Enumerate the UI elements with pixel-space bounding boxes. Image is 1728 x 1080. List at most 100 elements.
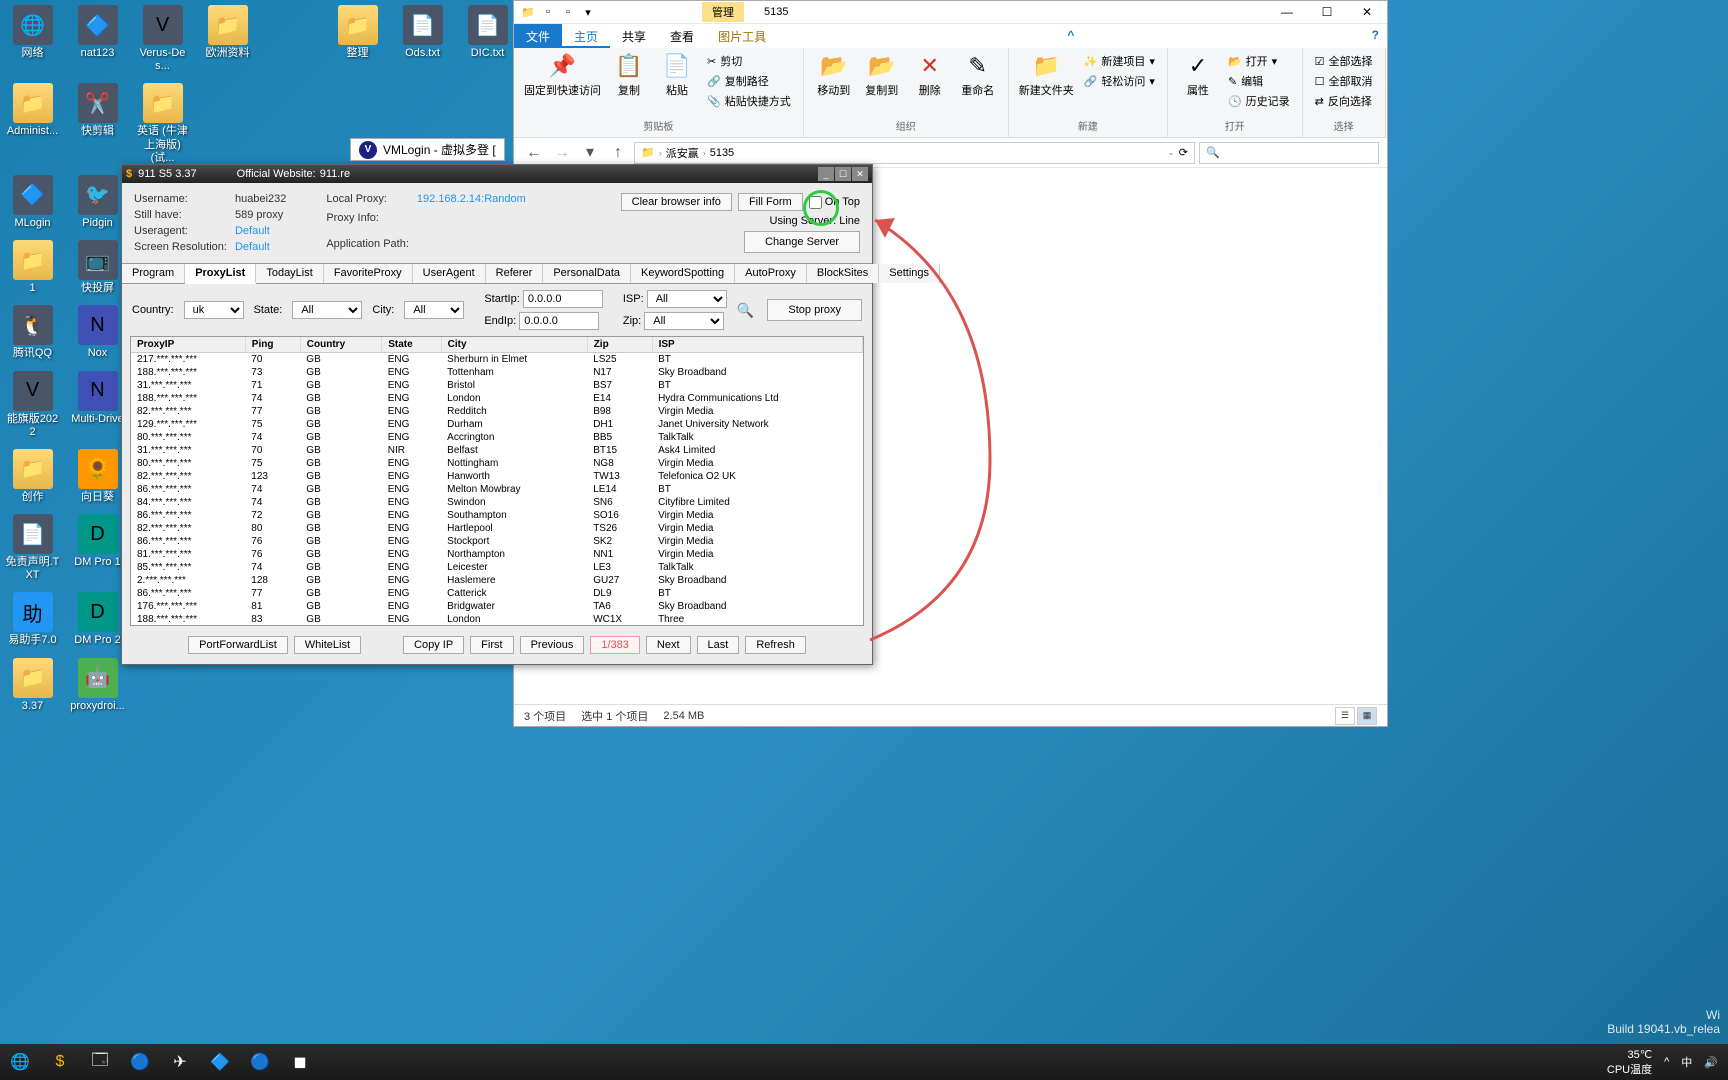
table-row[interactable]: 188.***.***.***83GBENGLondonWC1XThree <box>131 613 863 626</box>
maximize-button[interactable]: ☐ <box>1307 1 1347 23</box>
cut-button[interactable]: ✂ 剪切 <box>705 52 793 70</box>
temperature-widget[interactable]: 35℃ CPU温度 <box>1607 1048 1652 1077</box>
desktop-icon[interactable]: VVerus-Des... <box>135 5 190 73</box>
tray-up-icon[interactable]: ^ <box>1664 1056 1669 1068</box>
edit-button[interactable]: ✎ 编辑 <box>1226 72 1292 90</box>
desktop-icon[interactable]: 📄Ods.txt <box>395 5 450 73</box>
column-header[interactable]: City <box>441 337 587 353</box>
search-icon[interactable]: 🔍 <box>737 302 754 319</box>
qat-icon[interactable]: ▫ <box>540 6 556 19</box>
column-header[interactable]: Ping <box>245 337 300 353</box>
tab-blocksites[interactable]: BlockSites <box>807 264 879 283</box>
invert-selection-button[interactable]: ⇄ 反向选择 <box>1313 92 1375 110</box>
path-segment[interactable]: 派安赢 <box>666 145 699 161</box>
taskbar-app-icon[interactable]: 🔵 <box>120 1044 160 1080</box>
copy-path-button[interactable]: 🔗 复制路径 <box>705 72 793 90</box>
select-all-button[interactable]: ☑ 全部选择 <box>1313 52 1375 70</box>
qat-icon[interactable]: ▫ <box>560 6 576 19</box>
desktop-icon[interactable]: DDM Pro 1 <box>70 514 125 582</box>
minimize-button[interactable]: — <box>1267 1 1307 23</box>
path-segment[interactable]: 5135 <box>710 147 734 159</box>
tab-referer[interactable]: Referer <box>486 264 544 283</box>
paste-shortcut-button[interactable]: 📎 粘贴快捷方式 <box>705 92 793 110</box>
ribbon-collapse-button[interactable]: ^ <box>1059 24 1082 48</box>
desktop-icon[interactable]: 🌐网络 <box>5 5 60 73</box>
table-row[interactable]: 85.***.***.***74GBENGLeicesterLE3TalkTal… <box>131 561 863 574</box>
tab-keywordspotting[interactable]: KeywordSpotting <box>631 264 735 283</box>
refresh-button[interactable]: Refresh <box>745 636 806 654</box>
first-button[interactable]: First <box>470 636 513 654</box>
column-header[interactable]: State <box>382 337 441 353</box>
vmlogin-window-title[interactable]: V VMLogin - 虚拟多登 [ <box>350 138 505 161</box>
table-row[interactable]: 82.***.***.***80GBENGHartlepoolTS26Virgi… <box>131 522 863 535</box>
table-row[interactable]: 176.***.***.***81GBENGBridgwaterTA6Sky B… <box>131 600 863 613</box>
back-button[interactable]: ← <box>522 141 546 165</box>
paste-button[interactable]: 📄粘贴 <box>657 52 697 98</box>
table-row[interactable]: 2.***.***.***128GBENGHaslemereGU27Sky Br… <box>131 574 863 587</box>
taskbar-telegram-icon[interactable]: ✈ <box>160 1044 200 1080</box>
country-select[interactable]: uk <box>184 301 244 319</box>
easy-access-button[interactable]: 🔗 轻松访问 ▾ <box>1082 72 1157 90</box>
select-none-button[interactable]: ☐ 全部取消 <box>1313 72 1375 90</box>
table-row[interactable]: 31.***.***.***70GBNIRBelfastBT15Ask4 Lim… <box>131 444 863 457</box>
desktop-icon[interactable]: 📁欧洲资料 <box>200 5 255 73</box>
table-row[interactable]: 82.***.***.***123GBENGHanworthTW13Telefo… <box>131 470 863 483</box>
table-row[interactable]: 31.***.***.***71GBENGBristolBS7BT <box>131 379 863 392</box>
copy-button[interactable]: 📋复制 <box>609 52 649 98</box>
zip-select[interactable]: All <box>644 312 724 330</box>
table-row[interactable]: 81.***.***.***76GBENGNorthamptonNN1Virgi… <box>131 548 863 561</box>
desktop-icon[interactable]: V能旗版2022 <box>5 371 60 439</box>
forward-button[interactable]: → <box>550 141 574 165</box>
tab-favoriteproxy[interactable]: FavoriteProxy <box>324 264 413 283</box>
table-row[interactable]: 84.***.***.***74GBENGSwindonSN6Cityfibre… <box>131 496 863 509</box>
desktop-icon[interactable]: 🐧腾讯QQ <box>5 305 60 360</box>
tab-personaldata[interactable]: PersonalData <box>543 264 631 283</box>
copy-ip-button[interactable]: Copy IP <box>403 636 464 654</box>
tab-program[interactable]: Program <box>122 264 185 283</box>
taskbar-app-icon[interactable]: 🗔 <box>80 1044 120 1080</box>
taskbar-app-icon[interactable]: 🔵 <box>240 1044 280 1080</box>
tab-proxylist[interactable]: ProxyList <box>185 264 256 284</box>
desktop-icon[interactable]: 🔷MLogin <box>5 175 60 230</box>
whitelist-button[interactable]: WhiteList <box>294 636 361 654</box>
up-button[interactable]: ↑ <box>606 141 630 165</box>
tray-ime-icon[interactable]: 中 <box>1681 1054 1692 1070</box>
address-dropdown[interactable]: ⌄ <box>1167 147 1175 158</box>
tab-home[interactable]: 主页 <box>562 24 610 48</box>
rename-button[interactable]: ✎重命名 <box>958 52 998 98</box>
tab-image-tools[interactable]: 图片工具 <box>706 24 778 48</box>
desktop-icon[interactable]: 🐦Pidgin <box>70 175 125 230</box>
desktop-icon[interactable]: ✂️快剪辑 <box>70 83 125 165</box>
column-header[interactable]: Zip <box>587 337 652 353</box>
search-input[interactable]: 🔍 <box>1199 142 1379 164</box>
clear-browser-button[interactable]: Clear browser info <box>621 193 732 211</box>
table-row[interactable]: 188.***.***.***73GBENGTottenhamN17Sky Br… <box>131 366 863 379</box>
desktop-icon[interactable]: NNox <box>70 305 125 360</box>
copy-to-button[interactable]: 📂复制到 <box>862 52 902 98</box>
s5-titlebar[interactable]: $ 911 S5 3.37 Official Website: 911.re _… <box>122 165 872 183</box>
new-item-button[interactable]: ✨ 新建项目 ▾ <box>1082 52 1157 70</box>
table-row[interactable]: 129.***.***.***75GBENGDurhamDH1Janet Uni… <box>131 418 863 431</box>
desktop-icon[interactable]: DDM Pro 2 <box>70 592 125 647</box>
move-to-button[interactable]: 📂移动到 <box>814 52 854 98</box>
tab-share[interactable]: 共享 <box>610 24 658 48</box>
table-row[interactable]: 188.***.***.***74GBENGLondonE14Hydra Com… <box>131 392 863 405</box>
tab-useragent[interactable]: UserAgent <box>413 264 486 283</box>
taskbar-s5-icon[interactable]: $ <box>40 1044 80 1080</box>
maximize-button[interactable]: ☐ <box>835 167 851 181</box>
column-header[interactable]: Country <box>300 337 381 353</box>
minimize-button[interactable]: _ <box>818 167 834 181</box>
isp-select[interactable]: All <box>647 290 727 308</box>
help-button[interactable]: ? <box>1364 24 1387 48</box>
table-row[interactable]: 86.***.***.***77GBENGCatterickDL9BT <box>131 587 863 600</box>
taskbar-chrome-icon[interactable]: 🌐 <box>0 1044 40 1080</box>
tab-settings[interactable]: Settings <box>879 264 940 283</box>
address-bar[interactable]: 📁 › 派安赢 › 5135 ⌄ ⟳ <box>634 142 1195 164</box>
resolution-link[interactable]: Default <box>235 241 286 253</box>
history-button[interactable]: 🕓 历史记录 <box>1226 92 1292 110</box>
next-button[interactable]: Next <box>646 636 691 654</box>
table-row[interactable]: 80.***.***.***74GBENGAccringtonBB5TalkTa… <box>131 431 863 444</box>
desktop-icon[interactable]: 🤖proxydroi... <box>70 658 125 713</box>
delete-button[interactable]: ✕删除 <box>910 52 950 98</box>
taskbar-app-icon[interactable]: 🔷 <box>200 1044 240 1080</box>
